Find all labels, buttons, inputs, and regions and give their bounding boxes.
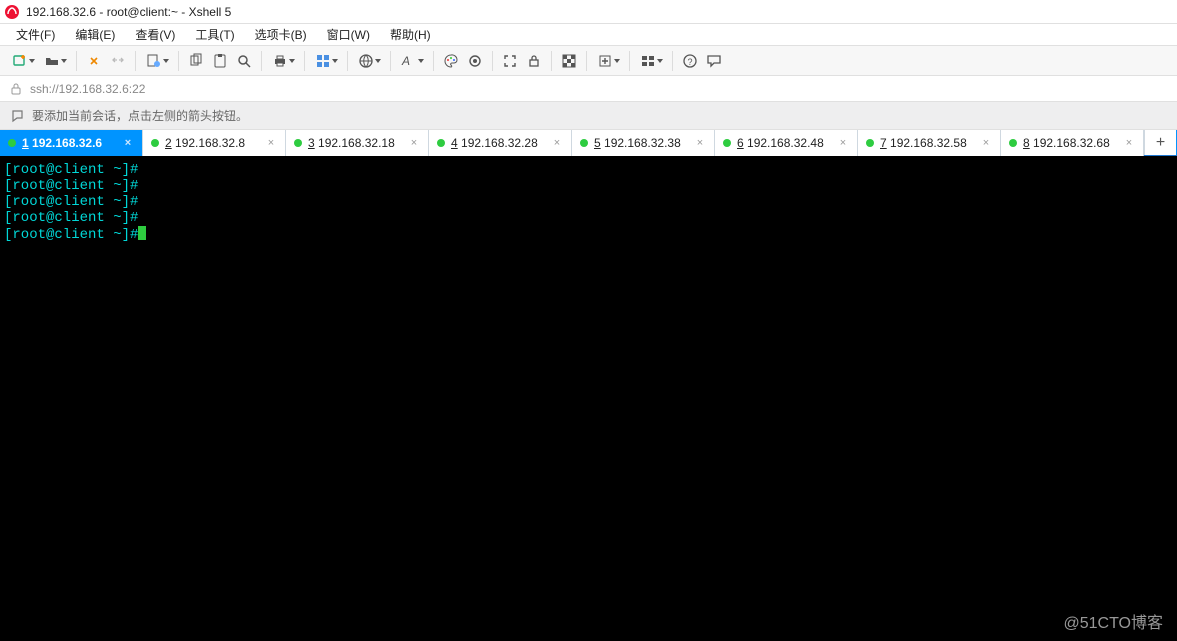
session-tab-4[interactable]: 4 192.168.32.28 × <box>429 130 572 156</box>
hint-text: 要添加当前会话，点击左侧的箭头按钮。 <box>32 107 248 124</box>
menu-tools[interactable]: 工具(T) <box>185 24 244 45</box>
toolbar-separator <box>261 51 262 71</box>
status-dot-icon <box>1009 139 1017 147</box>
status-dot-icon <box>294 139 302 147</box>
close-tab-icon[interactable]: × <box>980 137 992 149</box>
menu-help[interactable]: 帮助(H) <box>380 24 441 45</box>
session-tab-6[interactable]: 6 192.168.32.48 × <box>715 130 858 156</box>
toolbar-separator <box>551 51 552 71</box>
toolbar-separator <box>135 51 136 71</box>
close-tab-icon[interactable]: × <box>837 137 849 149</box>
tab-label: 3 192.168.32.18 <box>308 136 402 150</box>
print-button[interactable] <box>268 50 298 72</box>
tab-label: 2 192.168.32.8 <box>165 136 259 150</box>
font-button[interactable]: A <box>397 50 427 72</box>
menu-view[interactable]: 查看(V) <box>125 24 185 45</box>
session-tab-5[interactable]: 5 192.168.32.38 × <box>572 130 715 156</box>
title-bar: 192.168.32.6 - root@client:~ - Xshell 5 <box>0 0 1177 24</box>
session-tab-8[interactable]: 8 192.168.32.68 × <box>1001 130 1144 156</box>
reconnect-button[interactable] <box>83 50 105 72</box>
highlight-button[interactable] <box>464 50 486 72</box>
svg-text:A: A <box>401 54 410 68</box>
feedback-button[interactable] <box>703 50 725 72</box>
close-tab-icon[interactable]: × <box>122 137 134 149</box>
window-title: 192.168.32.6 - root@client:~ - Xshell 5 <box>26 5 231 19</box>
session-tabstrip: 1 192.168.32.6×2 192.168.32.8×3 192.168.… <box>0 130 1177 156</box>
menu-window[interactable]: 窗口(W) <box>317 24 380 45</box>
app-logo-icon <box>4 4 20 20</box>
session-tab-2[interactable]: 2 192.168.32.8 × <box>143 130 286 156</box>
toolbar-separator <box>76 51 77 71</box>
session-tab-1[interactable]: 1 192.168.32.6 × <box>0 130 143 156</box>
transparency-button[interactable] <box>558 50 580 72</box>
lock-button[interactable] <box>523 50 545 72</box>
open-session-button[interactable] <box>40 50 70 72</box>
terminal-output[interactable]: [root@client ~]# [root@client ~]# [root@… <box>0 156 1177 641</box>
toolbar-separator <box>390 51 391 71</box>
encoding-button[interactable] <box>354 50 384 72</box>
add-tab-button[interactable]: + <box>1144 130 1176 155</box>
close-tab-icon[interactable]: × <box>694 137 706 149</box>
compose-button[interactable] <box>593 50 623 72</box>
menu-edit[interactable]: 编辑(E) <box>65 24 125 45</box>
color-scheme-button[interactable] <box>440 50 462 72</box>
help-button[interactable]: ? <box>679 50 701 72</box>
hint-bar: 要添加当前会话，点击左侧的箭头按钮。 <box>0 102 1177 130</box>
toolbar-separator <box>672 51 673 71</box>
address-url[interactable]: ssh://192.168.32.6:22 <box>30 82 145 96</box>
toolbar-separator <box>304 51 305 71</box>
main-toolbar: A ? <box>0 46 1177 76</box>
paste-button[interactable] <box>209 50 231 72</box>
disconnect-button[interactable] <box>107 50 129 72</box>
close-tab-icon[interactable]: × <box>551 137 563 149</box>
tab-label: 6 192.168.32.48 <box>737 136 831 150</box>
toolbar-separator <box>586 51 587 71</box>
new-session-button[interactable] <box>8 50 38 72</box>
tab-label: 8 192.168.32.68 <box>1023 136 1117 150</box>
tab-label: 1 192.168.32.6 <box>22 136 116 150</box>
toolbar-separator <box>629 51 630 71</box>
add-session-arrow-icon[interactable] <box>10 109 24 123</box>
lock-icon <box>10 83 22 95</box>
status-dot-icon <box>8 139 16 147</box>
tab-label: 5 192.168.32.38 <box>594 136 688 150</box>
copy-button[interactable] <box>185 50 207 72</box>
toolbar-separator <box>433 51 434 71</box>
fullscreen-button[interactable] <box>499 50 521 72</box>
svg-text:?: ? <box>688 57 693 67</box>
session-tab-7[interactable]: 7 192.168.32.58 × <box>858 130 1001 156</box>
menu-tabs[interactable]: 选项卡(B) <box>245 24 317 45</box>
close-tab-icon[interactable]: × <box>408 137 420 149</box>
address-bar: ssh://192.168.32.6:22 <box>0 76 1177 102</box>
status-dot-icon <box>151 139 159 147</box>
tab-label: 4 192.168.32.28 <box>451 136 545 150</box>
status-dot-icon <box>723 139 731 147</box>
toolbar-separator <box>347 51 348 71</box>
arrange-button[interactable] <box>636 50 666 72</box>
find-button[interactable] <box>233 50 255 72</box>
menu-file[interactable]: 文件(F) <box>6 24 65 45</box>
tab-label: 7 192.168.32.58 <box>880 136 974 150</box>
sessions-panel-button[interactable] <box>311 50 341 72</box>
properties-button[interactable] <box>142 50 172 72</box>
menu-bar: 文件(F) 编辑(E) 查看(V) 工具(T) 选项卡(B) 窗口(W) 帮助(… <box>0 24 1177 46</box>
status-dot-icon <box>437 139 445 147</box>
close-tab-icon[interactable]: × <box>265 137 277 149</box>
toolbar-separator <box>178 51 179 71</box>
close-tab-icon[interactable]: × <box>1123 137 1135 149</box>
toolbar-separator <box>492 51 493 71</box>
status-dot-icon <box>580 139 588 147</box>
session-tab-3[interactable]: 3 192.168.32.18 × <box>286 130 429 156</box>
status-dot-icon <box>866 139 874 147</box>
